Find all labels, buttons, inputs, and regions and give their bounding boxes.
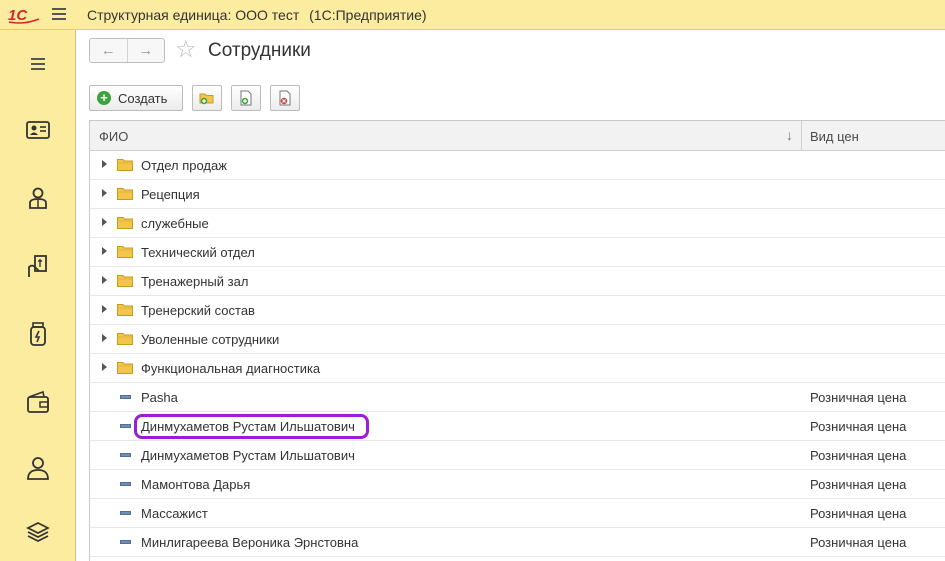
table-row-group[interactable]: служебные [90, 209, 945, 238]
hand-money-icon[interactable] [24, 252, 52, 280]
table-row[interactable]: Минлигареева Вероника Эрнстовна Розничная… [90, 528, 945, 557]
table-row-group[interactable]: Технический отдел [90, 238, 945, 267]
document-add-icon [240, 90, 252, 106]
table-row[interactable]: Мамонтова Дарья Розничная цена [90, 470, 945, 499]
row-name: Динмухаметов Рустам Ильшатович [141, 448, 355, 463]
create-button-label: Создать [118, 90, 168, 106]
stack-icon[interactable] [24, 518, 52, 546]
expand-arrow-icon[interactable] [102, 160, 107, 168]
element-icon [120, 540, 131, 544]
row-name: Минлигареева Вероника Эрнстовна [141, 535, 359, 550]
table-row-group[interactable]: Уволенные сотрудники [90, 325, 945, 354]
column-separator[interactable] [801, 121, 802, 151]
element-icon [120, 453, 131, 457]
back-button[interactable]: ← [90, 39, 127, 62]
table-row[interactable]: Pasha Розничная цена [90, 383, 945, 412]
element-icon [120, 395, 131, 399]
jar-icon[interactable] [24, 320, 52, 348]
employee-icon[interactable] [24, 184, 52, 212]
element-icon [120, 424, 131, 428]
expand-arrow-icon[interactable] [102, 276, 107, 284]
folder-icon [117, 159, 133, 171]
row-name: служебные [141, 216, 209, 231]
sidebar-menu-icon[interactable] [31, 58, 45, 73]
employees-table: ФИО ↓ Вид цен Отдел продаж Рецепция служеб… [89, 120, 945, 561]
column-header-fio[interactable]: ФИО [99, 129, 128, 144]
table-row-group[interactable]: Отдел продаж [90, 151, 945, 180]
folder-icon [117, 275, 133, 287]
row-name: Уволенные сотрудники [141, 332, 280, 347]
element-icon [120, 511, 131, 515]
document-delete-icon [279, 90, 291, 106]
row-name: Динмухаметов Рустам Ильшатович [141, 419, 355, 434]
logo-1c[interactable]: 1С [7, 5, 41, 25]
table-row-group[interactable]: Функциональная диагностика [90, 354, 945, 383]
folder-icon [117, 333, 133, 345]
expand-arrow-icon[interactable] [102, 247, 107, 255]
expand-arrow-icon[interactable] [102, 363, 107, 371]
folder-icon [117, 362, 133, 374]
folder-icon [117, 217, 133, 229]
create-button[interactable]: + Создать [89, 85, 183, 111]
expand-arrow-icon[interactable] [102, 189, 107, 197]
row-name: Технический отдел [141, 245, 255, 260]
person-icon[interactable] [24, 454, 52, 482]
page-title: Сотрудники [208, 40, 311, 61]
table-row[interactable]: Динмухаметов Рустам Ильшатович Розничная … [90, 441, 945, 470]
sort-down-icon[interactable]: ↓ [786, 127, 793, 143]
forward-button[interactable]: → [126, 39, 165, 62]
delete-button[interactable] [270, 85, 300, 111]
element-icon [120, 482, 131, 486]
row-name: Рецепция [141, 187, 200, 202]
logo-text: 1С [8, 7, 28, 24]
expand-arrow-icon[interactable] [102, 305, 107, 313]
favorite-star-icon[interactable]: ☆ [175, 38, 197, 62]
table-row[interactable]: Динмухаметов Рустам Ильшатович Розничная … [90, 412, 945, 441]
window-title-org: Структурная единица: ООО тест [87, 7, 300, 23]
row-price-type: Розничная цена [810, 390, 907, 405]
table-row[interactable]: Массажист Розничная цена [90, 499, 945, 528]
row-name: Мамонтова Дарья [141, 477, 251, 492]
create-group-button[interactable] [192, 85, 222, 111]
row-price-type: Розничная цена [810, 419, 907, 434]
row-price-type: Розничная цена [810, 535, 907, 550]
row-price-type: Розничная цена [810, 477, 907, 492]
main-menu-icon[interactable] [52, 8, 66, 20]
row-name: Массажист [141, 506, 208, 521]
window-title-app: (1С:Предприятие) [309, 7, 427, 23]
folder-icon [117, 246, 133, 258]
row-name: Отдел продаж [141, 158, 227, 173]
row-name: Pasha [141, 390, 178, 405]
row-name: Тренажерный зал [141, 274, 249, 289]
row-name: Тренерский состав [141, 303, 255, 318]
expand-arrow-icon[interactable] [102, 218, 107, 226]
table-row-group[interactable]: Тренерский состав [90, 296, 945, 325]
title-bar: 1С Структурная единица: ООО тест (1С:Пре… [0, 0, 945, 30]
row-price-type: Розничная цена [810, 448, 907, 463]
row-name: Функциональная диагностика [141, 361, 321, 376]
column-header-price-type[interactable]: Вид цен [810, 129, 859, 144]
wallet-icon[interactable] [24, 388, 52, 416]
row-price-type: Розничная цена [810, 506, 907, 521]
folder-icon [117, 188, 133, 200]
expand-arrow-icon[interactable] [102, 334, 107, 342]
arrow-right-icon: → [138, 42, 154, 59]
id-card-icon[interactable] [24, 116, 52, 144]
window-title: Структурная единица: ООО тест (1С:Предпр… [87, 7, 427, 23]
table-row-group[interactable]: Рецепция [90, 180, 945, 209]
folder-icon [117, 304, 133, 316]
copy-button[interactable] [231, 85, 261, 111]
folder-add-icon [199, 93, 214, 105]
arrow-left-icon: ← [100, 42, 116, 59]
table-header: ФИО ↓ Вид цен [90, 121, 945, 151]
history-nav: ← → [89, 38, 165, 63]
table-row-group[interactable]: Тренажерный зал [90, 267, 945, 296]
plus-icon: + [97, 91, 111, 105]
sidebar [0, 30, 76, 561]
